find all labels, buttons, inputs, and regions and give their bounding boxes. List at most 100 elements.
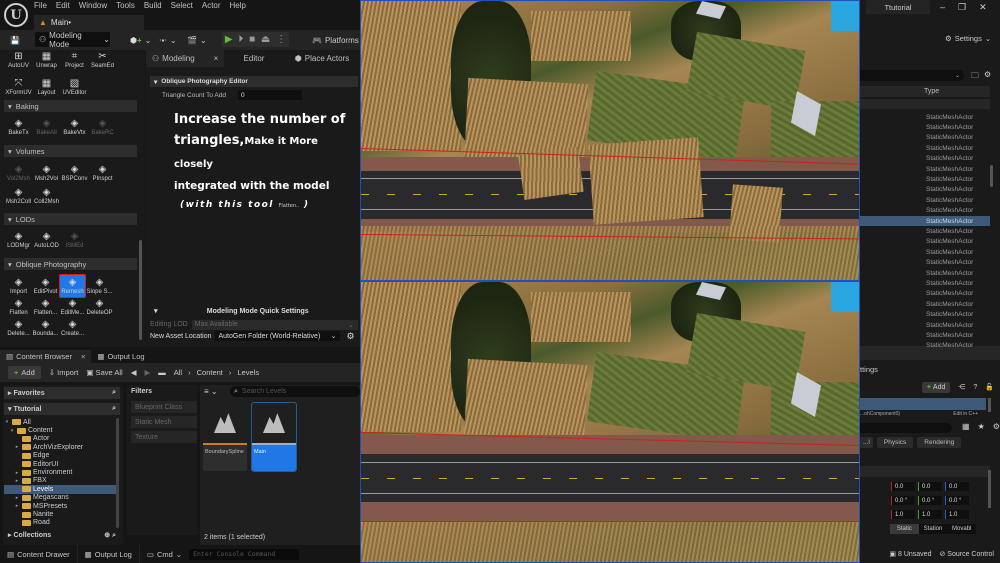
content-drawer-button[interactable]: ▤ Content Drawer xyxy=(0,545,78,563)
collections-header[interactable]: ▸ Collections ⊕ ⌕ xyxy=(4,529,120,541)
folder-environment[interactable]: ▸ Environment xyxy=(4,468,116,476)
menu-edit[interactable]: Edit xyxy=(56,1,79,11)
tool-ismed[interactable]: ◈ ISMEd xyxy=(61,230,88,249)
asset-main[interactable]: Main xyxy=(251,402,297,472)
location-x-input[interactable]: 0.0 xyxy=(891,482,915,491)
category-physics[interactable]: Physics xyxy=(876,437,914,448)
tool-coll2msh[interactable]: ◈ Coll2Msh xyxy=(33,186,60,205)
restore-icon[interactable]: ❐ xyxy=(958,2,966,13)
close-icon[interactable]: ✕ xyxy=(979,2,987,13)
tool-unwrap[interactable]: ▦ Unwrap xyxy=(33,50,60,69)
outliner-row[interactable]: StaticMeshActor xyxy=(860,143,990,153)
outliner-row[interactable]: StaticMeshActor xyxy=(860,206,990,216)
section-volumes[interactable]: ▾ Volumes xyxy=(4,145,137,157)
menu-window[interactable]: Window xyxy=(79,1,116,11)
section-baking[interactable]: ▾ Baking xyxy=(4,100,137,112)
tool-pinspct[interactable]: ◈ PInspct xyxy=(89,163,116,182)
triangle-count-input[interactable]: 0 xyxy=(238,90,302,100)
tool-editme[interactable]: ◈ EditMe... xyxy=(59,297,86,316)
tool-vol2msh[interactable]: ◈ Vol2Msh xyxy=(5,163,32,182)
outliner-row[interactable]: StaticMeshActor xyxy=(860,310,990,320)
breadcrumb-item[interactable]: Levels xyxy=(237,368,259,377)
cmd-dropdown[interactable]: ▭ Cmd ⌄ xyxy=(140,545,189,563)
component-row[interactable]: ...ohComponent0) Edit in C++ xyxy=(860,411,986,419)
details-search-input[interactable] xyxy=(860,423,952,433)
outliner-row[interactable]: StaticMeshActor xyxy=(860,154,990,164)
star-icon[interactable]: ★ xyxy=(978,422,985,431)
section-oblique[interactable]: ▾ Oblique Photography xyxy=(4,258,137,270)
filter-static-mesh[interactable]: Static Mesh xyxy=(131,416,197,428)
details-tab[interactable]: ttings xyxy=(860,362,1000,376)
outliner-row[interactable]: StaticMeshActor xyxy=(860,341,990,351)
search-icon[interactable]: ⌕ xyxy=(112,389,116,397)
tool-editpivot[interactable]: ◈ EditPivot xyxy=(32,276,59,295)
outliner-row[interactable]: StaticMeshActor xyxy=(860,320,990,330)
tool-deleteop[interactable]: ◈ DeleteOP xyxy=(86,297,113,316)
breadcrumb-item[interactable]: All xyxy=(174,368,182,377)
breadcrumb-item[interactable]: Content xyxy=(197,368,223,377)
add-button[interactable]: + Add xyxy=(8,366,41,379)
add-component-button[interactable]: + Add xyxy=(921,381,951,393)
tool-bakerc[interactable]: ◈ BakeRC xyxy=(89,117,116,136)
tool-project[interactable]: ⌗ Project xyxy=(61,50,88,69)
tool-baketx[interactable]: ◈ BakeTx xyxy=(5,117,32,136)
menu-help[interactable]: Help xyxy=(230,1,255,11)
scale-y-input[interactable]: 1.0 xyxy=(918,510,942,519)
outliner-row[interactable] xyxy=(860,99,990,109)
tool-flatten[interactable]: ◈ Flatten... xyxy=(32,297,59,316)
rotation-z-input[interactable]: 0.0 ° xyxy=(945,496,969,505)
category-rendering[interactable]: Rendering xyxy=(917,437,962,448)
mobility-station[interactable]: Station xyxy=(919,524,948,534)
unsaved-button[interactable]: ▣ 8 Unsaved xyxy=(889,550,931,558)
component-row-selected[interactable] xyxy=(860,398,986,410)
outliner-row[interactable]: StaticMeshActor xyxy=(860,185,990,195)
tool-delete[interactable]: ◈ Delete... xyxy=(5,318,32,337)
settings-button[interactable]: ⚙ Settings ⌄ xyxy=(945,34,991,43)
details-scrollbar[interactable] xyxy=(988,470,991,508)
search-levels-input[interactable]: ⌕ Search Levels xyxy=(230,386,360,397)
tool-remesh[interactable]: ◈ Remesh xyxy=(59,276,86,295)
outliner-row[interactable]: StaticMeshActor xyxy=(860,122,990,132)
console-input[interactable]: Enter Console Command xyxy=(189,548,300,560)
lock-icon[interactable]: 🔓 xyxy=(985,383,994,391)
outliner-row[interactable]: StaticMeshActor xyxy=(860,195,990,205)
outliner-row[interactable]: StaticMeshActor xyxy=(860,133,990,143)
outliner-row[interactable]: StaticMeshActor xyxy=(860,237,990,247)
tool-msh2coll[interactable]: ◈ Msh2Coll xyxy=(5,186,32,205)
project-header[interactable]: ▾ Ttutorial ⌕ xyxy=(4,403,120,415)
outliner-row[interactable]: StaticMeshActor xyxy=(860,278,990,288)
filter-dropdown[interactable]: ≡ ⌄ xyxy=(204,387,218,396)
filter-texture[interactable]: Texture xyxy=(131,431,197,443)
tool-autouv[interactable]: ⊞ AutoUV xyxy=(5,50,32,69)
location-y-input[interactable]: 0.0 xyxy=(918,482,942,491)
folder-megascans[interactable]: ▸ Megascans xyxy=(4,494,116,502)
minimize-icon[interactable]: – xyxy=(940,2,945,13)
mode-selector[interactable]: ⚇ Modeling Mode ⌄ xyxy=(35,31,110,49)
oblique-photography-editor-header[interactable]: ▾ Oblique Photography Editor xyxy=(150,76,358,87)
tab-content-browser[interactable]: ▤ Content Browser × xyxy=(0,350,92,363)
type-column-header[interactable]: Type xyxy=(924,88,939,95)
edit-in-cpp[interactable]: Edit in C++ xyxy=(953,411,986,417)
tree-scrollbar[interactable] xyxy=(116,418,119,528)
viewport-after[interactable] xyxy=(360,281,860,563)
tab-modeling[interactable]: ⚇ Modeling × xyxy=(146,50,224,67)
outliner-filter-dropdown[interactable]: ⌄ xyxy=(860,70,964,81)
filter-blueprint-class[interactable]: Blueprint Class xyxy=(131,401,197,413)
tool-import[interactable]: ◈ Import xyxy=(5,276,32,295)
eject-icon[interactable]: ⏏ xyxy=(261,34,270,45)
stop-icon[interactable]: ■ xyxy=(249,34,255,45)
add-collection-icon[interactable]: ⊕ xyxy=(104,532,110,539)
rotation-x-input[interactable]: 0.0 ° xyxy=(891,496,915,505)
folder-content[interactable]: ▾ Content xyxy=(4,426,116,434)
output-log-button[interactable]: ▦ Output Log xyxy=(78,545,140,563)
outliner-row[interactable]: StaticMeshActor xyxy=(860,330,990,340)
folder-editorui[interactable]: EditorUI xyxy=(4,460,116,468)
tool-uveditor[interactable]: ▧ UVEditor xyxy=(61,77,88,96)
gear-icon[interactable]: ⚙ xyxy=(346,331,354,342)
component-scrollbar[interactable] xyxy=(988,398,991,412)
outliner-row[interactable]: StaticMeshActor xyxy=(860,247,990,257)
menu-file[interactable]: File xyxy=(34,1,56,11)
project-tab[interactable]: Ttutorial xyxy=(866,0,930,14)
grid-view-icon[interactable]: ▦ xyxy=(962,422,970,431)
tool-bspconv[interactable]: ◈ BSPConv xyxy=(61,163,88,182)
